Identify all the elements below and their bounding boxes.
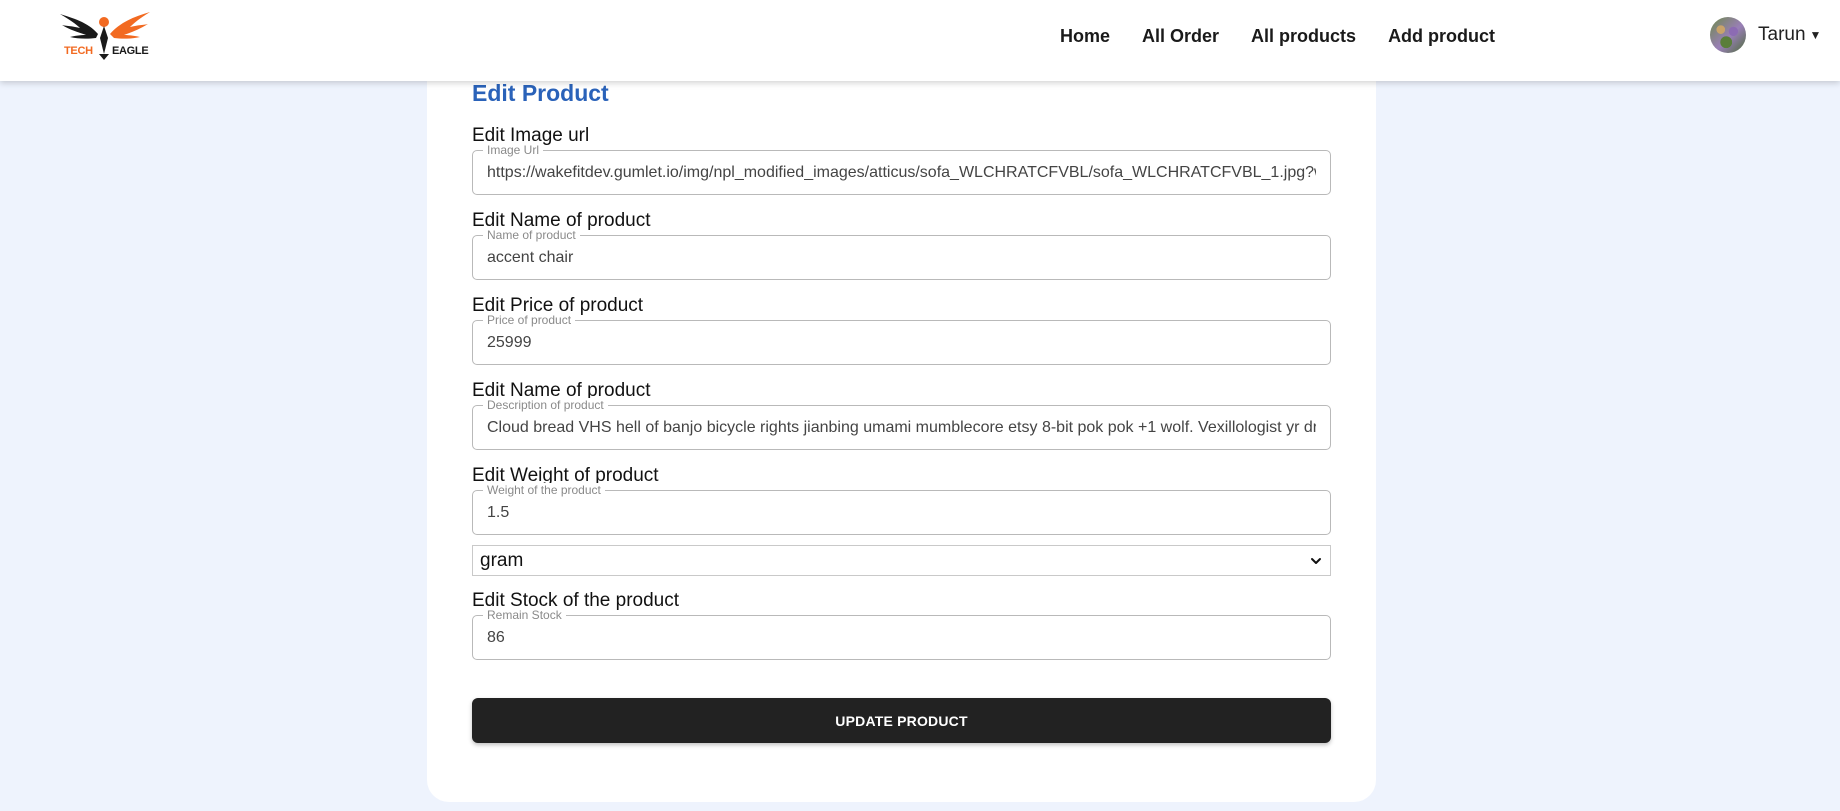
user-menu-toggle[interactable]: Tarun ▼	[1758, 24, 1821, 46]
name-input[interactable]	[487, 236, 1316, 279]
brand-name-left: TECH	[64, 45, 93, 57]
price-input[interactable]	[487, 321, 1316, 364]
page-title: Edit Product	[472, 80, 609, 106]
image-url-field[interactable]: Image Url	[472, 143, 1331, 195]
nav-link-add-product[interactable]: Add product	[1388, 26, 1495, 47]
weight-input[interactable]	[487, 491, 1316, 534]
edit-product-card: Edit Product Edit Image url Image Url Ed…	[427, 40, 1376, 802]
caret-down-icon: ▼	[1809, 28, 1822, 42]
stock-input[interactable]	[487, 616, 1316, 659]
nav-link-all-products[interactable]: All products	[1251, 26, 1356, 47]
nav-link-all-order[interactable]: All Order	[1142, 26, 1219, 47]
brand-logo[interactable]: TECH EAGLE	[58, 8, 154, 64]
stock-field[interactable]: Remain Stock	[472, 608, 1331, 660]
weight-unit-select[interactable]: gram	[472, 545, 1331, 576]
weight-unit-value: gram	[480, 549, 524, 571]
top-navbar: TECH EAGLE Home All Order All products A…	[0, 0, 1840, 81]
nav-links: Home All Order All products Add product	[1060, 0, 1527, 72]
description-field[interactable]: Description of product	[472, 398, 1331, 450]
user-menu[interactable]: Tarun ▼	[1710, 17, 1821, 53]
chevron-down-icon	[1311, 557, 1321, 564]
weight-field[interactable]: Weight of the product	[472, 483, 1331, 535]
user-name: Tarun	[1758, 24, 1806, 45]
description-input[interactable]	[487, 406, 1316, 449]
brand-name-right: EAGLE	[112, 45, 149, 57]
image-url-input[interactable]	[487, 151, 1316, 194]
nav-link-home[interactable]: Home	[1060, 26, 1110, 47]
name-field[interactable]: Name of product	[472, 228, 1331, 280]
price-field[interactable]: Price of product	[472, 313, 1331, 365]
update-product-button[interactable]: UPDATE PRODUCT	[472, 698, 1331, 743]
avatar[interactable]	[1710, 17, 1746, 53]
